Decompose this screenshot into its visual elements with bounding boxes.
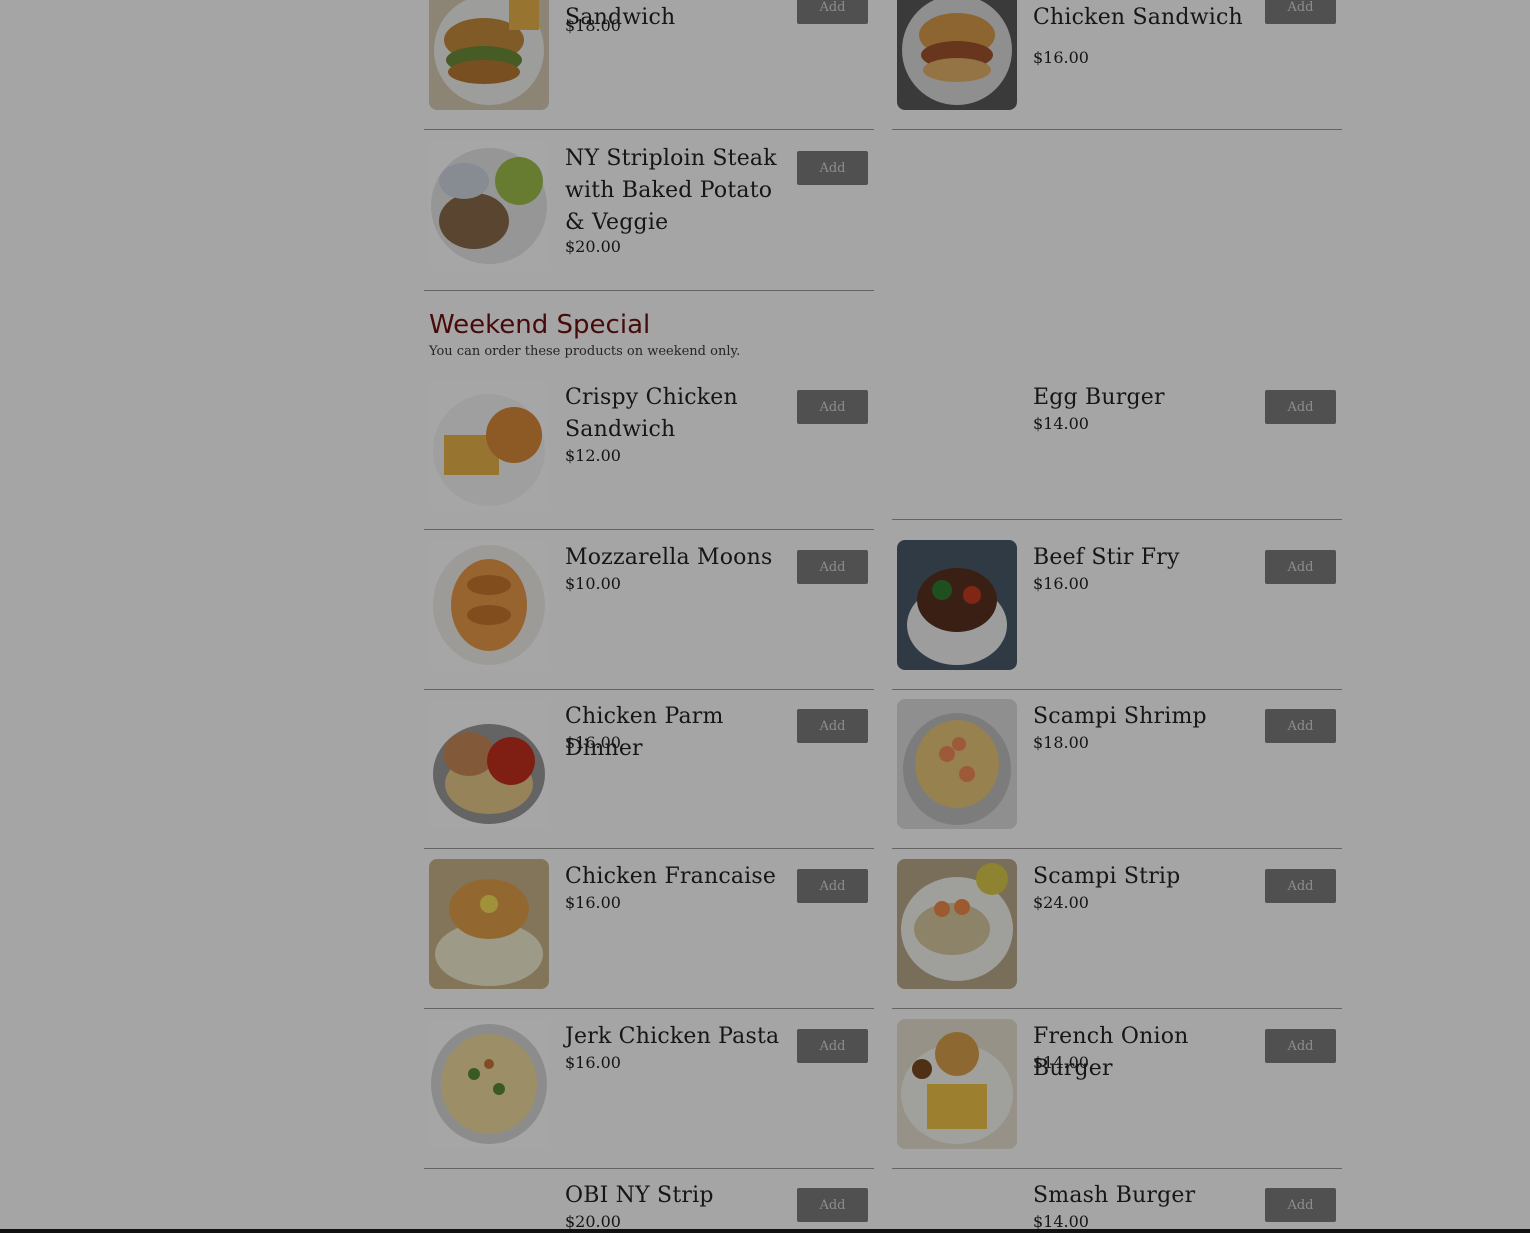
food-photo [429,540,549,670]
item-price: $16.00 [1033,574,1089,593]
item-price: $16.00 [565,1053,621,1072]
item-name: Scampi Strip [1033,864,1181,889]
add-button[interactable]: Add [797,151,868,185]
item-name: Scampi Shrimp [1033,704,1207,729]
food-photo [897,540,1017,670]
item-price: $12.00 [565,446,621,465]
item-price: $16.00 [565,733,621,752]
menu-item: Egg Burger $14.00 Add [892,370,1342,530]
divider [424,129,874,130]
food-photo [897,1019,1017,1149]
add-button[interactable]: Add [797,1029,868,1063]
item-name: OBI NY Strip [565,1183,714,1208]
menu-item: Chicken Parm Dinner $16.00 Add [424,689,874,849]
add-button[interactable]: Add [1265,0,1336,24]
menu-item: OBI NY Strip $20.00 Add [424,1168,874,1233]
item-name: Angry Bird Chicken Sandwich [1033,5,1243,30]
item-price: $14.00 [1033,1053,1089,1072]
food-photo [429,0,549,110]
item-price: $18.00 [565,16,621,35]
add-button[interactable]: Add [797,869,868,903]
food-photo [897,0,1017,110]
divider [424,290,874,291]
item-price: $24.00 [1033,893,1089,912]
add-button[interactable]: Add [797,0,868,24]
menu-item: French Onion Burger $14.00 Add [892,1009,1342,1169]
item-price: $10.00 [565,574,621,593]
menu-item: NY Striploin Steak with Baked Potato & V… [424,131,874,291]
item-name: Egg Burger [1033,385,1165,410]
food-photo [429,141,549,271]
item-name: Jerk Chicken Pasta [565,1024,780,1049]
add-button[interactable]: Add [797,709,868,743]
food-photo [429,859,549,989]
item-name: NY Striploin Steak with Baked Potato & V… [565,146,777,235]
add-button[interactable]: Add [797,1188,868,1222]
item-price: $20.00 [565,237,621,256]
divider [892,519,1342,520]
menu-item: Crispy Chicken Sandwich $12.00 Add [424,370,874,530]
item-name: Beef Stir Fry [1033,545,1180,570]
divider [892,129,1342,130]
add-button[interactable]: Add [797,390,868,424]
food-photo [429,699,549,829]
item-name: Chicken Francaise [565,864,777,889]
menu-item: Beef Stir Fry $16.00 Add [892,530,1342,690]
item-name: Smash Burger [1033,1183,1196,1208]
item-price: $16.00 [565,893,621,912]
add-button[interactable]: Add [1265,550,1336,584]
item-price: $16.00 [1033,48,1089,67]
menu-item: Chicken Francaise $16.00 Add [424,849,874,1009]
item-price: $14.00 [1033,414,1089,433]
menu-item: Jerk Chicken Pasta $16.00 Add [424,1009,874,1169]
add-button[interactable]: Add [1265,869,1336,903]
menu-item: Scampi Shrimp $18.00 Add [892,689,1342,849]
add-button[interactable]: Add [1265,709,1336,743]
food-photo [897,699,1017,829]
item-price: $18.00 [1033,733,1089,752]
food-photo [429,1019,549,1149]
section-title: Weekend Special [429,310,651,340]
menu-item: Crabcake Sandwich $18.00 Add [424,0,874,130]
menu-item: Smash Burger $14.00 Add [892,1168,1342,1233]
item-name: Crispy Chicken Sandwich [565,385,738,442]
section-subtitle: You can order these products on weekend … [429,344,741,359]
food-photo [429,380,549,510]
food-photo [897,859,1017,989]
add-button[interactable]: Add [1265,390,1336,424]
add-button[interactable]: Add [797,550,868,584]
bottom-bar [0,1229,1530,1233]
menu-item: Scampi Strip $24.00 Add [892,849,1342,1009]
add-button[interactable]: Add [1265,1029,1336,1063]
menu-item: Angry Bird Chicken Sandwich $16.00 Add [892,0,1342,130]
menu-item: Mozzarella Moons $10.00 Add [424,530,874,690]
item-name: Mozzarella Moons [565,545,773,570]
add-button[interactable]: Add [1265,1188,1336,1222]
menu-page: Crabcake Sandwich $18.00 Add Angry Bird … [0,0,1530,1233]
